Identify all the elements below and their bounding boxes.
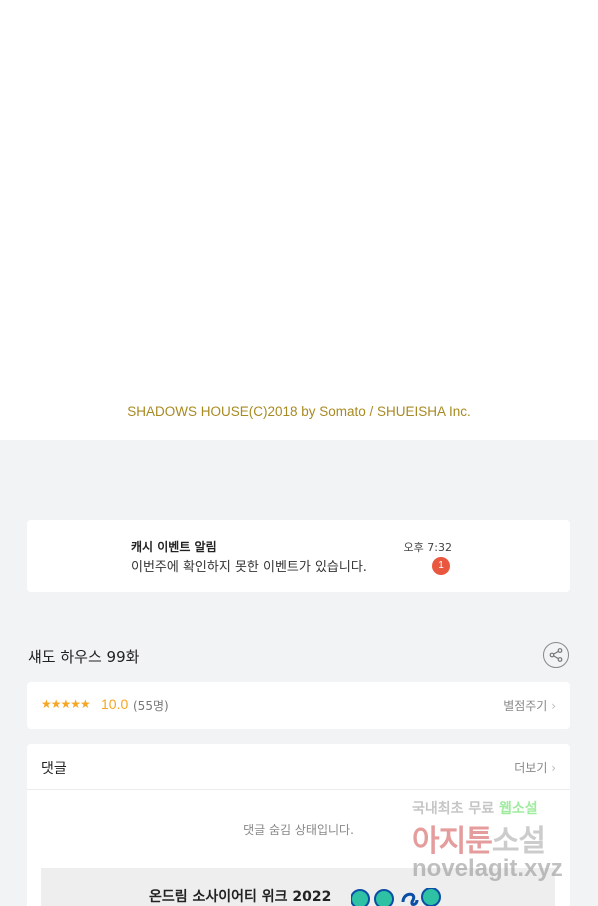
share-button[interactable] (543, 642, 569, 668)
notice-count-badge: 1 (432, 557, 450, 575)
comments-hidden-message: 댓글 숨김 상태입니다. (243, 823, 354, 837)
more-comments-button[interactable]: 더보기 › (514, 759, 556, 776)
chevron-right-icon: › (551, 761, 556, 775)
episode-title: 섀도 하우스 99화 (28, 648, 140, 666)
more-comments-label: 더보기 (514, 761, 548, 775)
comic-page-bottom: SHADOWS HOUSE(C)2018 by Somato / SHUEISH… (0, 0, 598, 440)
rate-button[interactable]: 별점주기 › (503, 697, 556, 714)
banner-text: 온드림 소사이어티 위크 2022 (149, 889, 332, 905)
rating-count: (55명) (133, 699, 169, 713)
divider (27, 789, 570, 790)
notice-title: 캐시 이벤트 알림 (131, 540, 217, 554)
comments-label: 댓글 (41, 761, 67, 777)
share-icon (549, 648, 563, 662)
ad-banner[interactable]: 온드림 소사이어티 위크 2022 (41, 868, 555, 906)
copyright-text: SHADOWS HOUSE(C)2018 by Somato / SHUEISH… (127, 404, 471, 419)
notice-body: 이번주에 확인하지 못한 이벤트가 있습니다. (131, 560, 367, 575)
notice-time: 오후 7:32 (403, 541, 452, 554)
rating-bar: ★★★★★ 10.0 (55명) 별점주기 › (27, 682, 570, 729)
chevron-right-icon: › (551, 699, 556, 713)
rating-score: 10.0 (101, 696, 129, 712)
banner-logo-icon (351, 888, 441, 906)
cash-event-notice[interactable]: 캐시 이벤트 알림 이번주에 확인하지 못한 이벤트가 있습니다. 오후 7:3… (27, 520, 570, 592)
comments-section: 댓글 더보기 › 댓글 숨김 상태입니다. 온드림 소사이어티 위크 2022 (27, 744, 570, 906)
star-rating-icon: ★★★★★ (41, 697, 91, 711)
rate-button-label: 별점주기 (503, 699, 548, 713)
